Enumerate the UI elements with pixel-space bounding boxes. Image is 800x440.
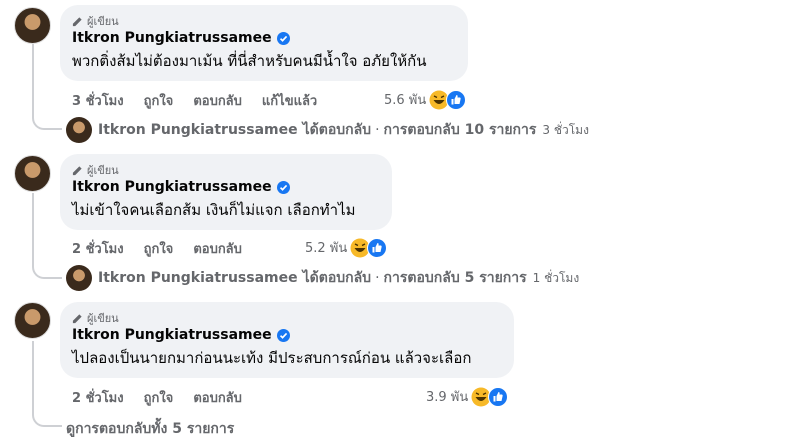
comment-actions: 2 ชั่วโมง ถูกใจ ตอบกลับ bbox=[72, 238, 262, 259]
thread-connector bbox=[32, 341, 62, 427]
comment-text: พวกติ่งส้มไม่ต้องมาเม้น ที่นี่สำหรับคนมี… bbox=[72, 52, 427, 70]
like-button[interactable]: ถูกใจ bbox=[144, 238, 174, 259]
reply-button[interactable]: ตอบกลับ bbox=[193, 238, 242, 259]
edited-label[interactable]: แก้ไขแล้ว bbox=[262, 90, 317, 111]
reaction-summary[interactable]: 3.9 พัน bbox=[426, 386, 509, 407]
like-reaction-icon bbox=[367, 237, 388, 258]
comment-text: ไปลองเป็นนายกมาก่อนนะเท้ง มีประสบการณ์ก่… bbox=[72, 349, 472, 367]
verified-badge-icon bbox=[276, 328, 290, 342]
avatar[interactable] bbox=[14, 155, 51, 192]
verified-badge-icon bbox=[276, 180, 290, 194]
comment-bubble: ผู้เขียน Itkron Pungkiatrussamee ไม่เข้า… bbox=[60, 154, 392, 230]
avatar[interactable] bbox=[14, 302, 51, 339]
author-badge: ผู้เขียน bbox=[72, 310, 502, 326]
author-name[interactable]: Itkron Pungkiatrussamee bbox=[72, 30, 272, 46]
comment-bubble: ผู้เขียน Itkron Pungkiatrussamee พวกติ่ง… bbox=[60, 5, 468, 81]
author-name[interactable]: Itkron Pungkiatrussamee bbox=[72, 327, 272, 343]
like-reaction-icon bbox=[488, 386, 509, 407]
replies-summary[interactable]: Itkron Pungkiatrussamee ได้ตอบกลับ · การ… bbox=[66, 117, 589, 143]
author-name[interactable]: Itkron Pungkiatrussamee bbox=[72, 179, 272, 195]
pen-icon bbox=[72, 165, 82, 175]
avatar bbox=[66, 265, 92, 291]
author-badge: ผู้เขียน bbox=[72, 13, 456, 29]
reaction-count: 3.9 พัน bbox=[426, 390, 469, 405]
comment-time[interactable]: 2 ชั่วโมง bbox=[72, 387, 124, 408]
reply-button[interactable]: ตอบกลับ bbox=[193, 387, 242, 408]
avatar bbox=[66, 117, 92, 143]
verified-badge-icon bbox=[276, 31, 290, 45]
reply-button[interactable]: ตอบกลับ bbox=[193, 90, 242, 111]
pen-icon bbox=[72, 16, 82, 26]
view-all-replies-link[interactable]: ดูการตอบกลับทั้ง 5 รายการ bbox=[66, 418, 234, 440]
like-reaction-icon bbox=[446, 89, 467, 110]
comment-actions: 2 ชั่วโมง ถูกใจ ตอบกลับ bbox=[72, 387, 262, 408]
pen-icon bbox=[72, 313, 82, 323]
comment-actions: 3 ชั่วโมง ถูกใจ ตอบกลับ แก้ไขแล้ว bbox=[72, 90, 337, 111]
reaction-summary[interactable]: 5.2 พัน bbox=[305, 237, 388, 258]
comment-time[interactable]: 2 ชั่วโมง bbox=[72, 238, 124, 259]
comment-text: ไม่เข้าใจคนเลือกส้ม เงินก็ไม่แจก เลือกทำ… bbox=[72, 201, 356, 219]
comment-time[interactable]: 3 ชั่วโมง bbox=[72, 90, 124, 111]
author-badge: ผู้เขียน bbox=[72, 162, 380, 178]
reaction-count: 5.2 พัน bbox=[305, 241, 348, 256]
comment-bubble: ผู้เขียน Itkron Pungkiatrussamee ไปลองเป… bbox=[60, 302, 514, 378]
replies-summary[interactable]: Itkron Pungkiatrussamee ได้ตอบกลับ · การ… bbox=[66, 265, 579, 291]
like-button[interactable]: ถูกใจ bbox=[144, 90, 174, 111]
reaction-summary[interactable]: 5.6 พัน bbox=[384, 89, 467, 110]
like-button[interactable]: ถูกใจ bbox=[144, 387, 174, 408]
avatar[interactable] bbox=[14, 7, 51, 44]
thread-connector bbox=[32, 193, 62, 279]
thread-connector bbox=[32, 44, 62, 130]
reaction-count: 5.6 พัน bbox=[384, 93, 427, 108]
